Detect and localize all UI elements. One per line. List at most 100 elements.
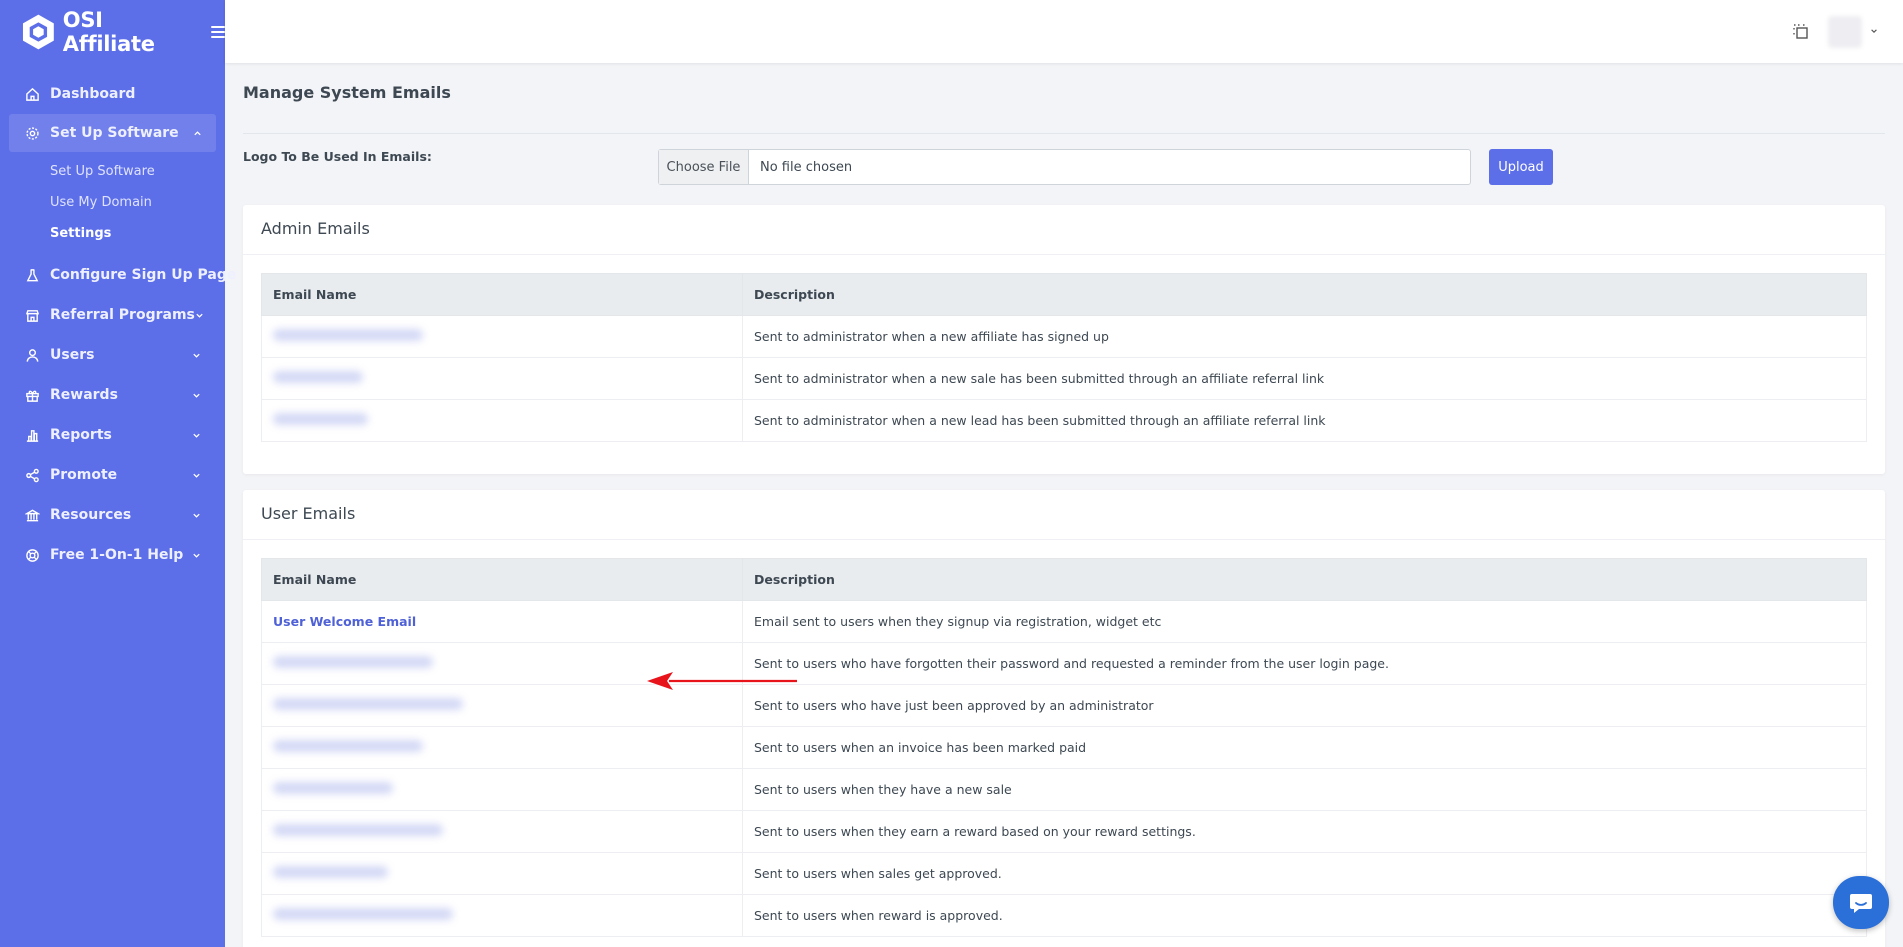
chat-widget-button[interactable] xyxy=(1833,876,1889,929)
user-emails-card: User Emails Email Name Description User … xyxy=(243,490,1885,947)
email-description-cell: Sent to users when reward is approved. xyxy=(742,894,1867,937)
email-description-cell: Sent to users who have forgotten their p… xyxy=(742,642,1867,685)
email-name-cell[interactable] xyxy=(261,810,743,853)
sidebar-item-referral-programs[interactable]: Referral Programs xyxy=(0,295,225,335)
sidebar-subitem-settings[interactable]: Settings xyxy=(50,218,225,249)
blurred-email-link[interactable] xyxy=(273,782,393,794)
email-description-cell: Sent to users when they earn a reward ba… xyxy=(742,810,1867,853)
sidebar-item-free-help[interactable]: Free 1-On-1 Help xyxy=(0,535,225,575)
file-status-text: No file chosen xyxy=(760,159,853,175)
blurred-email-link[interactable] xyxy=(273,371,363,383)
sidebar-item-set-up-software[interactable]: Set Up Software xyxy=(9,114,216,152)
table-row: Sent to users when sales get approved. xyxy=(261,852,1867,895)
chevron-down-icon xyxy=(196,313,203,318)
column-header-email-name: Email Name xyxy=(261,558,743,601)
hamburger-menu-icon[interactable] xyxy=(210,26,225,38)
main-content: Manage System Emails Logo To Be Used In … xyxy=(243,63,1885,947)
chat-bubble-icon xyxy=(1850,893,1872,913)
table-row: Sent to administrator when a new sale ha… xyxy=(261,357,1867,400)
bank-icon xyxy=(25,509,40,521)
table-row: Sent to users when an invoice has been m… xyxy=(261,726,1867,769)
chevron-down-icon xyxy=(193,393,200,398)
sidebar-subitem-set-up-software[interactable]: Set Up Software xyxy=(50,156,225,187)
column-header-description: Description xyxy=(742,273,1867,316)
email-name-cell[interactable] xyxy=(261,852,743,895)
blurred-email-link[interactable] xyxy=(273,698,463,710)
window-switch-icon[interactable] xyxy=(1791,22,1811,42)
email-description-cell: Sent to users when sales get approved. xyxy=(742,852,1867,895)
user-welcome-email-link[interactable]: User Welcome Email xyxy=(273,614,416,629)
email-description-cell: Sent to users when an invoice has been m… xyxy=(742,726,1867,769)
table-header-row: Email Name Description xyxy=(261,273,1867,316)
email-name-cell[interactable] xyxy=(261,768,743,811)
share-icon xyxy=(26,468,39,482)
sidebar-subitem-use-my-domain[interactable]: Use My Domain xyxy=(50,187,225,218)
sidebar: OSI Affiliate Dashboard Set Up Software … xyxy=(0,0,236,947)
email-name-cell[interactable] xyxy=(261,315,743,358)
admin-emails-card: Admin Emails Email Name Description Sent… xyxy=(243,205,1885,474)
sidebar-item-rewards[interactable]: Rewards xyxy=(0,375,225,415)
email-description-cell: Sent to users who have just been approve… xyxy=(742,684,1867,727)
email-name-cell: User Welcome Email xyxy=(261,600,743,643)
chevron-down-icon xyxy=(193,433,200,438)
table-header-row: Email Name Description xyxy=(261,558,1867,601)
bar-chart-icon xyxy=(26,429,39,442)
user-emails-table: Email Name Description User Welcome Emai… xyxy=(261,558,1867,937)
lifebuoy-icon xyxy=(26,548,39,562)
email-description-cell: Email sent to users when they signup via… xyxy=(742,600,1867,643)
brand-name: OSI Affiliate xyxy=(62,8,155,56)
sidebar-item-resources[interactable]: Resources xyxy=(0,495,225,535)
logo-upload-row: Logo To Be Used In Emails: Choose File N… xyxy=(243,149,1885,205)
brand: OSI Affiliate xyxy=(0,0,225,64)
divider xyxy=(243,133,1885,134)
topbar xyxy=(225,0,1903,63)
blurred-email-link[interactable] xyxy=(273,908,453,920)
column-header-email-name: Email Name xyxy=(261,273,743,316)
blurred-email-link[interactable] xyxy=(273,656,433,668)
hexagon-logo-icon xyxy=(22,14,54,50)
sidebar-item-reports[interactable]: Reports xyxy=(0,415,225,455)
user-emails-title: User Emails xyxy=(243,490,1885,540)
blurred-email-link[interactable] xyxy=(273,413,368,425)
sidebar-item-promote[interactable]: Promote xyxy=(0,455,225,495)
admin-emails-table: Email Name Description Sent to administr… xyxy=(261,273,1867,442)
store-icon xyxy=(25,309,40,322)
choose-file-button[interactable]: Choose File xyxy=(659,150,749,184)
chevron-down-icon xyxy=(193,473,200,478)
admin-emails-title: Admin Emails xyxy=(243,205,1885,255)
chevron-down-icon[interactable] xyxy=(1870,27,1878,35)
gift-icon xyxy=(26,390,39,402)
user-icon xyxy=(26,348,39,362)
blurred-email-link[interactable] xyxy=(273,329,423,341)
sidebar-submenu: Set Up Software Use My Domain Settings xyxy=(0,152,225,255)
email-name-cell[interactable] xyxy=(261,726,743,769)
blurred-email-link[interactable] xyxy=(273,740,423,752)
email-name-cell[interactable] xyxy=(261,894,743,937)
logo-label: Logo To Be Used In Emails: xyxy=(243,149,432,164)
chevron-up-icon xyxy=(194,130,201,135)
email-name-cell[interactable] xyxy=(261,357,743,400)
chevron-down-icon xyxy=(193,553,200,558)
sidebar-nav: Dashboard Set Up Software Set Up Softwar… xyxy=(0,74,236,575)
table-row: Sent to users who have just been approve… xyxy=(261,684,1867,727)
sidebar-item-users[interactable]: Users xyxy=(0,335,225,375)
blurred-email-link[interactable] xyxy=(273,866,388,878)
email-description-cell: Sent to administrator when a new sale ha… xyxy=(742,357,1867,400)
sidebar-item-configure-sign-up-page[interactable]: Configure Sign Up Page xyxy=(0,255,236,295)
annotation-arrow-icon xyxy=(647,672,797,690)
email-description-cell: Sent to users when they have a new sale xyxy=(742,768,1867,811)
table-row: Sent to users when they earn a reward ba… xyxy=(261,810,1867,853)
logo-file-input[interactable]: Choose File No file chosen xyxy=(658,149,1471,185)
sidebar-item-dashboard[interactable]: Dashboard xyxy=(0,74,225,114)
table-row: User Welcome Email Email sent to users w… xyxy=(261,600,1867,643)
chevron-down-icon xyxy=(193,513,200,518)
upload-button[interactable]: Upload xyxy=(1489,149,1553,185)
table-row: Sent to administrator when a new lead ha… xyxy=(261,399,1867,442)
avatar[interactable] xyxy=(1828,16,1862,48)
gear-icon xyxy=(26,126,39,140)
email-description-cell: Sent to administrator when a new affilia… xyxy=(742,315,1867,358)
email-name-cell[interactable] xyxy=(261,399,743,442)
chevron-down-icon xyxy=(193,353,200,358)
blurred-email-link[interactable] xyxy=(273,824,443,836)
table-row: Sent to administrator when a new affilia… xyxy=(261,315,1867,358)
